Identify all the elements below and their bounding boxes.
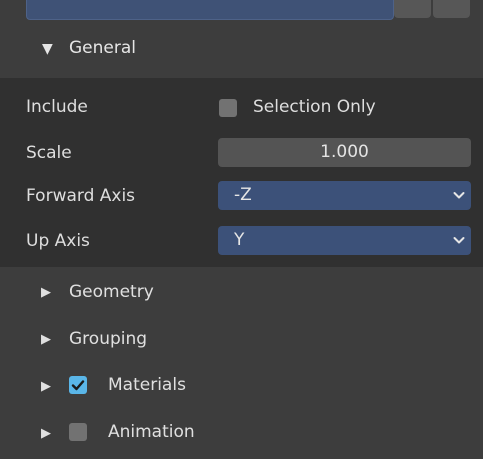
general-panel-header[interactable]: ▼ General [0,24,483,75]
triangle-right-icon: ▶ [41,332,51,347]
animation-checkbox[interactable] [69,423,87,441]
forward-axis-value: -Z [234,185,252,205]
forward-axis-label: Forward Axis [26,186,136,206]
scale-number-field[interactable]: 1.000 [218,138,471,167]
include-label: Include [26,97,88,117]
subpanel-label: Materials [108,375,186,395]
selection-only-checkbox[interactable] [219,99,237,117]
scale-label: Scale [26,143,72,163]
toolbar-button[interactable] [394,0,431,18]
subpanel-label: Grouping [69,329,148,349]
triangle-right-icon: ▶ [41,379,51,394]
triangle-down-icon: ▼ [42,41,53,57]
general-title: General [69,38,136,58]
up-axis-dropdown[interactable]: Y [218,226,471,255]
previous-panel-strip [0,0,483,22]
triangle-right-icon: ▶ [41,285,51,300]
file-path-field[interactable] [26,0,394,20]
chevron-down-icon [453,237,465,244]
triangle-right-icon: ▶ [41,426,51,441]
forward-axis-dropdown[interactable]: -Z [218,181,471,210]
subpanel-label: Animation [108,422,195,442]
chevron-down-icon [453,192,465,199]
materials-checkbox[interactable] [69,376,87,394]
up-axis-label: Up Axis [26,231,90,251]
toolbar-button[interactable] [433,0,470,18]
selection-only-label[interactable]: Selection Only [253,99,376,116]
up-axis-value: Y [234,230,245,250]
subpanel-label: Geometry [69,282,154,302]
checkmark-icon [71,380,85,391]
